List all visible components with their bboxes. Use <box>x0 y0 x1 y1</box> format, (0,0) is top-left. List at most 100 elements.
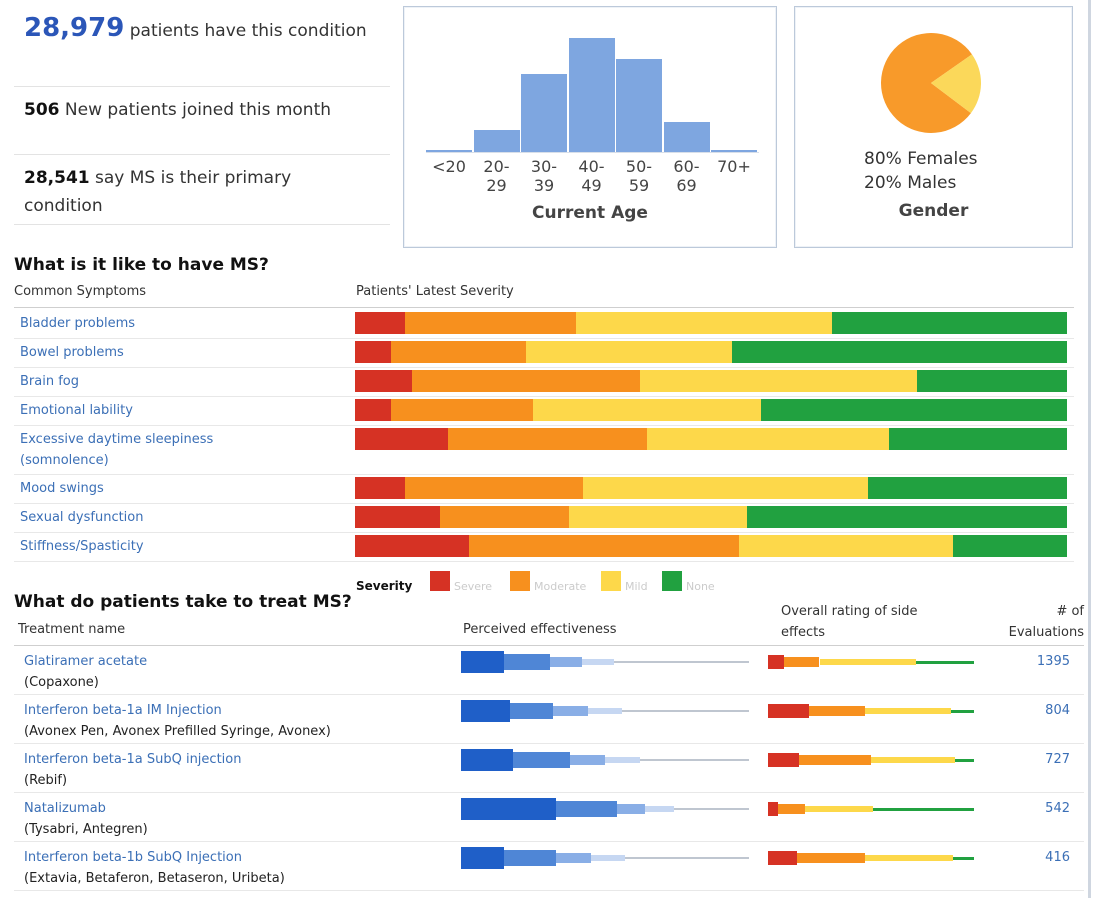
severity-segment-mild <box>739 535 954 557</box>
severity-segment-moderate <box>468 535 740 557</box>
treatment-name-column-header: Treatment name <box>18 622 126 637</box>
severity-segment-severe <box>355 428 448 450</box>
gender-chart-caption: Gender <box>898 201 969 221</box>
symptom-link[interactable]: Mood swings <box>20 478 104 499</box>
evaluation-count-link[interactable]: 727 <box>1045 752 1070 767</box>
effectiveness-bar <box>461 651 749 673</box>
side-effects-segment <box>916 660 974 664</box>
evaluations-column-header: # of Evaluations <box>1009 601 1084 643</box>
age-tick-label: 50- 59 <box>625 157 653 195</box>
treatments-heading: What do patients take to treat MS? <box>14 592 352 612</box>
evaluation-count-link[interactable]: 1395 <box>1037 654 1070 669</box>
severity-segment-severe <box>355 535 469 557</box>
side-effects-header-line2: effects <box>781 625 825 640</box>
symptom-link[interactable]: Bowel problems <box>20 342 124 363</box>
age-tick-label: <20 <box>432 157 466 176</box>
evaluation-count-link[interactable]: 416 <box>1045 850 1070 865</box>
severity-segment-severe <box>355 399 391 421</box>
symptom-link[interactable]: Stiffness/Spasticity <box>20 536 144 557</box>
severity-segment-none <box>917 370 1067 392</box>
treatment-row: Glatiramer acetate (Copaxone) 1395 <box>14 646 1084 695</box>
primary-condition-count: 28,541 <box>24 168 90 188</box>
symptom-link[interactable]: Bladder problems <box>20 313 135 334</box>
effectiveness-segment <box>605 757 640 763</box>
symptoms-heading: What is it like to have MS? <box>14 255 269 275</box>
age-tick-label: 30- 39 <box>530 157 558 195</box>
age-bar <box>521 74 567 152</box>
age-tick-label: 20- 29 <box>483 157 510 195</box>
severity-column-header: Patients' Latest Severity <box>356 284 514 299</box>
side-effects-segment <box>951 709 974 713</box>
age-bar <box>473 130 520 152</box>
treatment-brand-names: (Copaxone) <box>24 675 99 690</box>
side-effects-segment <box>953 856 974 860</box>
symptom-link[interactable]: Sexual dysfunction <box>20 507 144 528</box>
symptom-row: Excessive daytime sleepiness (somnolence) <box>14 425 1074 475</box>
stat-total-patients: 28,979 patients have this condition <box>14 0 390 87</box>
scrollbar-edge <box>1088 0 1091 898</box>
symptom-link[interactable]: Emotional lability <box>20 400 133 421</box>
legend-swatch-severe <box>430 571 450 591</box>
severity-segment-none <box>953 535 1067 557</box>
gender-pie-chart <box>881 33 981 133</box>
severity-segment-moderate <box>447 428 647 450</box>
severity-segment-mild <box>525 341 733 363</box>
evaluations-header-line1: # of <box>1056 604 1084 619</box>
total-patients-count: 28,979 <box>24 13 125 43</box>
severity-bar <box>355 428 1067 450</box>
side-effects-segment <box>768 802 779 816</box>
effectiveness-column-header: Perceived effectiveness <box>463 622 617 637</box>
severity-segment-mild <box>568 506 747 528</box>
side-effects-segment <box>871 757 956 763</box>
symptom-link[interactable]: Brain fog <box>20 371 79 392</box>
legend-swatch-moderate <box>510 571 530 591</box>
new-patients-count: 506 <box>24 100 60 120</box>
side-effects-segment <box>778 804 806 814</box>
symptom-row: Mood swings <box>14 474 1074 504</box>
side-effects-bar <box>768 701 974 721</box>
symptom-link[interactable]: Excessive daytime sleepiness (somnolence) <box>20 429 213 471</box>
females-label: 80% Females <box>864 149 978 169</box>
treatment-row: Interferon beta-1a SubQ injection (Rebif)… <box>14 744 1084 793</box>
effectiveness-segment <box>504 654 551 670</box>
treatment-row: Natalizumab (Tysabri, Antegren) 542 <box>14 793 1084 842</box>
side-effects-bar <box>768 652 974 672</box>
treatment-name-link[interactable]: Natalizumab <box>24 801 106 816</box>
severity-segment-severe <box>355 341 391 363</box>
age-bar <box>663 122 710 152</box>
evaluation-count-link[interactable]: 804 <box>1045 703 1070 718</box>
treatment-name-link[interactable]: Interferon beta-1a IM Injection <box>24 703 222 718</box>
side-effects-segment <box>805 806 874 812</box>
severity-segment-mild <box>582 477 868 499</box>
evaluation-count-link[interactable]: 542 <box>1045 801 1070 816</box>
side-effects-segment <box>784 657 820 667</box>
side-effects-segment <box>768 753 799 767</box>
legend-label-severe: Severe <box>454 580 493 593</box>
side-effects-segment <box>768 704 810 718</box>
symptom-row: Bowel problems <box>14 338 1074 368</box>
severity-segment-none <box>832 312 1067 334</box>
effectiveness-segment <box>553 706 588 716</box>
severity-segment-moderate <box>440 506 569 528</box>
severity-bar <box>355 506 1067 528</box>
severity-bar <box>355 535 1067 557</box>
severity-segment-severe <box>355 312 405 334</box>
side-effects-bar <box>768 799 974 819</box>
treatment-row: Interferon beta-1b SubQ Injection (Extavi… <box>14 842 1084 891</box>
total-patients-text: patients have this condition <box>129 21 367 41</box>
new-patients-text: New patients joined this month <box>64 100 332 120</box>
treatment-brand-names: (Tysabri, Antegren) <box>24 822 148 837</box>
effectiveness-segment <box>587 708 623 714</box>
severity-segment-mild <box>575 312 833 334</box>
age-bar <box>568 38 615 152</box>
effectiveness-bar <box>461 700 749 722</box>
effectiveness-segment <box>461 700 510 722</box>
treatment-name-link[interactable]: Glatiramer acetate <box>24 654 147 669</box>
treatment-name-link[interactable]: Interferon beta-1b SubQ Injection <box>24 850 242 865</box>
effectiveness-segment <box>556 853 591 863</box>
side-effects-segment <box>768 655 785 669</box>
symptom-row: Stiffness/Spasticity <box>14 532 1074 562</box>
severity-segment-none <box>888 428 1067 450</box>
treatment-name-link[interactable]: Interferon beta-1a SubQ injection <box>24 752 241 767</box>
legend-label-none: None <box>686 580 715 593</box>
